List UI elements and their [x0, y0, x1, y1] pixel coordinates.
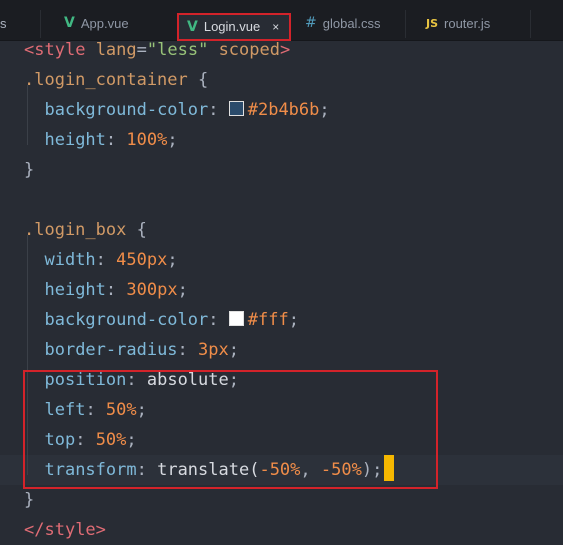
code-line-11: border-radius: 3px;	[44, 340, 240, 360]
js-icon: JS	[426, 16, 439, 30]
code-highlight-box	[23, 370, 438, 489]
code-editor[interactable]: <style lang="less" scoped> .login_contai…	[0, 40, 563, 545]
vue-icon: V	[64, 15, 75, 31]
code-line-9: height: 300px;	[44, 280, 188, 300]
tab-divider	[530, 10, 531, 38]
tab-overflow-edge[interactable]: s	[0, 8, 7, 38]
tab-divider	[40, 10, 41, 38]
tab-label: global.css	[322, 15, 381, 31]
tab-divider	[405, 10, 406, 38]
color-swatch[interactable]	[228, 101, 244, 116]
tab-router-js[interactable]: JS router.js	[426, 8, 490, 38]
code-line-17: </style>	[24, 520, 106, 540]
code-line-5: }	[24, 160, 35, 180]
code-line-10: background-color: #fff;	[44, 310, 299, 330]
code-line-4: height: 100%;	[44, 130, 178, 150]
tab-app-vue[interactable]: V App.vue	[64, 8, 149, 38]
code-line-7: .login_box {	[24, 220, 147, 240]
tab-label: router.js	[444, 15, 491, 31]
css-icon: #	[305, 15, 317, 31]
code-line-1: <style lang="less" scoped>	[24, 40, 291, 60]
code-line-8: width: 450px;	[44, 250, 178, 270]
code-line-3: background-color: #2b4b6b;	[44, 100, 330, 120]
tab-label: App.vue	[80, 15, 129, 31]
code-line-16: }	[24, 490, 35, 510]
code-line-2: .login_container {	[24, 70, 209, 90]
tab-global-css[interactable]: # global.css	[305, 8, 381, 38]
color-swatch[interactable]	[228, 311, 244, 326]
